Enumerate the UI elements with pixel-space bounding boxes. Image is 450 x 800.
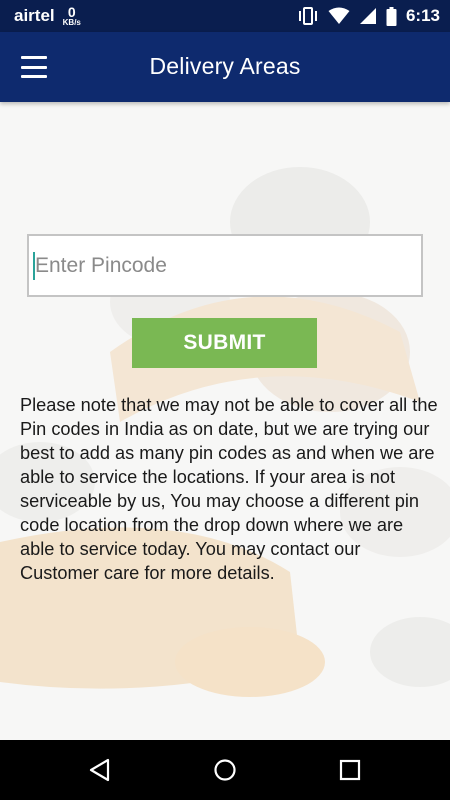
status-right: 6:13 [297, 6, 440, 26]
net-speed-indicator: 0 KB/s [63, 5, 81, 27]
status-bar: airtel 0 KB/s 6:13 [0, 0, 450, 32]
vibrate-icon [298, 7, 317, 25]
system-nav-bar [0, 740, 450, 800]
delivery-note: Please note that we may not be able to c… [20, 395, 438, 583]
recents-icon[interactable] [338, 758, 362, 782]
clock: 6:13 [405, 6, 440, 25]
wifi-icon [328, 7, 350, 24]
net-speed-value: 0 [67, 4, 76, 20]
page-title: Delivery Areas [149, 53, 301, 79]
battery-icon [386, 6, 397, 26]
status-left: airtel 0 KB/s [14, 5, 81, 27]
back-icon[interactable] [88, 758, 112, 782]
pincode-input[interactable] [27, 234, 423, 297]
text-cursor [33, 252, 35, 280]
net-speed-unit: KB/s [62, 18, 81, 27]
main-content: SUBMIT Please note that we may not be ab… [0, 102, 450, 740]
signal-icon [359, 8, 376, 24]
submit-button[interactable]: SUBMIT [132, 318, 317, 368]
home-icon[interactable] [213, 758, 237, 782]
app-bar: Delivery Areas [0, 32, 450, 102]
carrier-name: airtel [14, 6, 55, 25]
